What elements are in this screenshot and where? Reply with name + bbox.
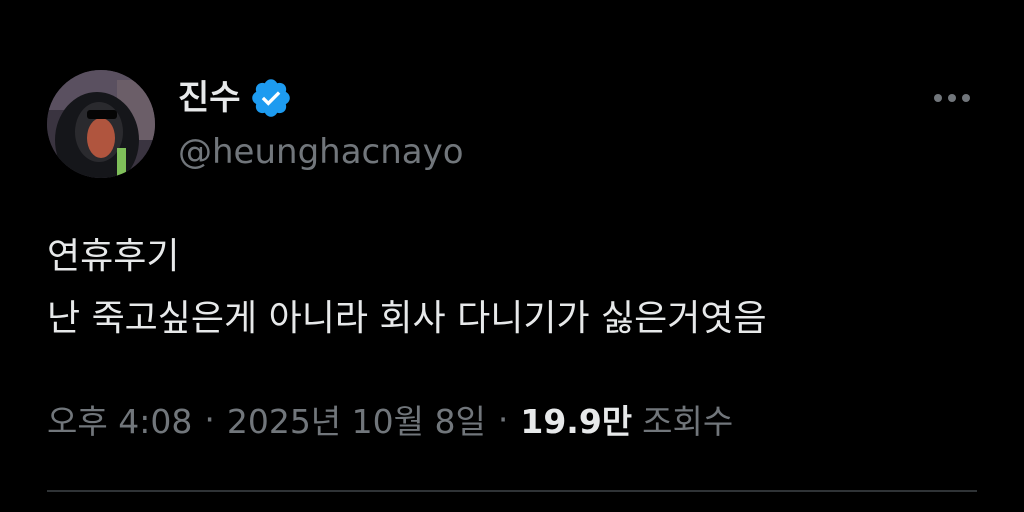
- author-handle[interactable]: @heunghacnayo: [178, 130, 464, 174]
- author-name-row[interactable]: 진수: [178, 76, 293, 120]
- tweet-text: 연휴후기 난 죽고싶은게 아니라 회사 다니기가 싫은거엿음: [47, 226, 987, 350]
- more-options-icon: [962, 94, 970, 102]
- tweet-time[interactable]: 오후 4:08: [47, 395, 192, 443]
- tweet-line: 난 죽고싶은게 아니라 회사 다니기가 싫은거엿음: [47, 298, 767, 339]
- more-options-icon: [934, 94, 942, 102]
- tweet-meta: 오후 4:08 · 2025년 10월 8일 · 19.9만 조회수: [47, 394, 733, 444]
- divider: [47, 490, 977, 492]
- more-options-button[interactable]: [920, 80, 984, 116]
- verified-badge-icon[interactable]: [249, 76, 293, 120]
- tweet-date[interactable]: 2025년 10월 8일: [227, 395, 486, 443]
- tweet-line: 연휴후기: [47, 236, 180, 277]
- avatar[interactable]: [47, 70, 155, 178]
- meta-separator: ·: [204, 399, 215, 439]
- meta-separator: ·: [497, 399, 509, 439]
- views-count[interactable]: 19.9만: [520, 395, 632, 443]
- more-options-icon: [948, 94, 956, 102]
- avatar-image: [47, 70, 155, 178]
- views-label: 조회수: [642, 402, 734, 441]
- author-display-name[interactable]: 진수: [178, 76, 241, 120]
